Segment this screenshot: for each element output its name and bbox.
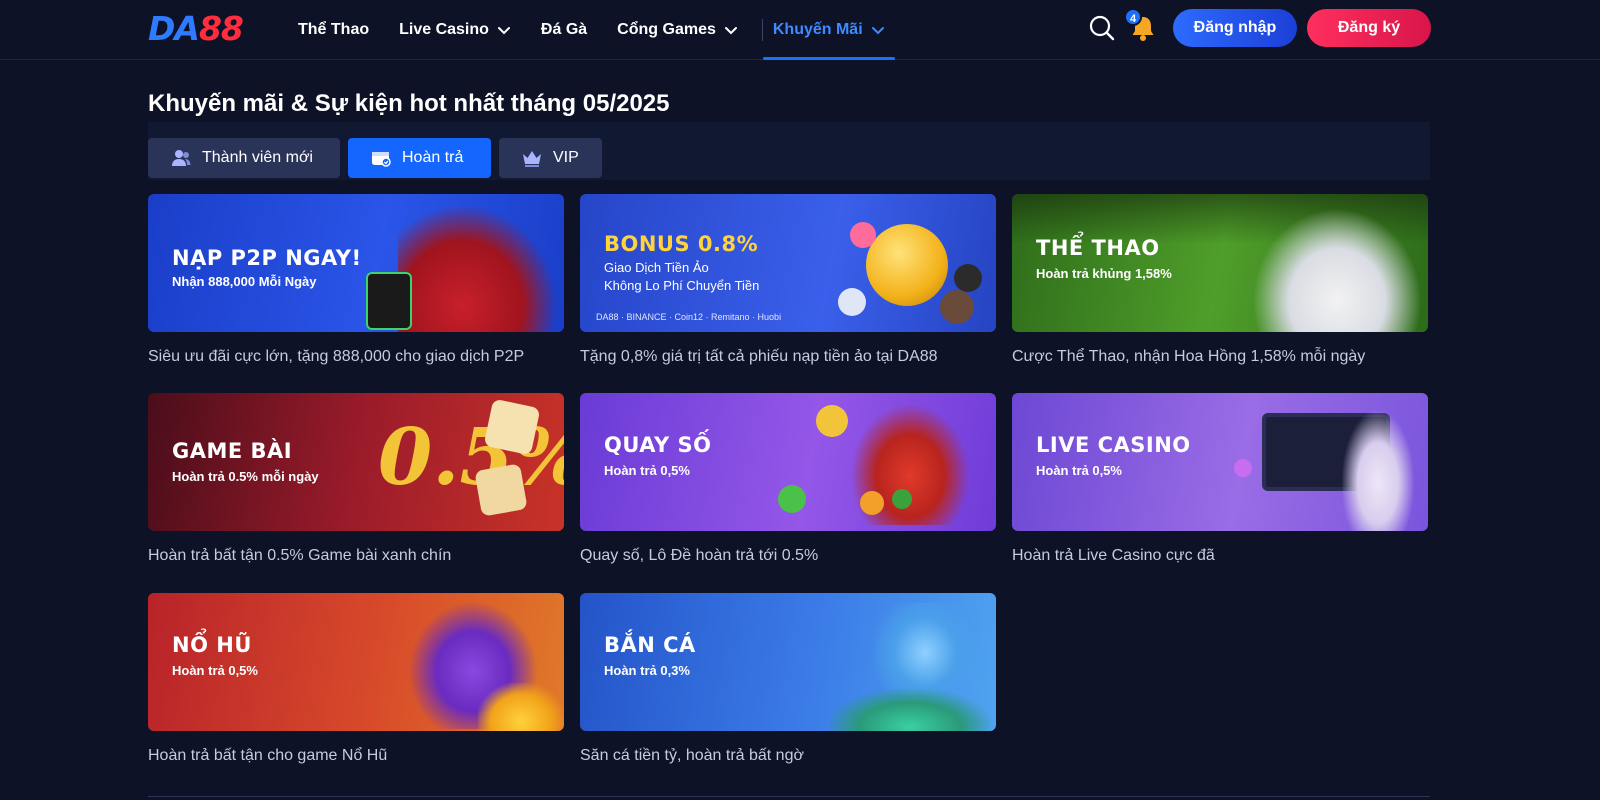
partner-logos: DA88 · BINANCE · Coin12 · Remitano · Huo… [596, 312, 782, 322]
lottery-ball-icon [778, 485, 806, 513]
promo-banner[interactable]: BẮN CÁ Hoàn trả 0,3% [580, 593, 996, 731]
crown-icon [523, 151, 541, 167]
tab-vip[interactable]: VIP [499, 138, 602, 178]
promo-banner[interactable]: BONUS 0.8% Giao Dịch Tiền Ảo Không Lo Ph… [580, 194, 996, 332]
promo-card-game-bai[interactable]: 0.5% GAME BÀI Hoàn trả 0.5% mỗi ngày Hoà… [148, 393, 564, 565]
nav-item-live-casino[interactable]: Live Casino [399, 0, 511, 60]
promo-banner[interactable]: LIVE CASINO Hoàn trả 0,5% [1012, 393, 1428, 531]
promo-card-bonus-crypto[interactable]: BONUS 0.8% Giao Dịch Tiền Ảo Không Lo Ph… [580, 194, 996, 366]
promo-card-p2p[interactable]: NẠP P2P NGAY! Nhận 888,000 Mỗi Ngày Siêu… [148, 194, 564, 366]
promo-description: Hoàn trả bất tận cho game Nổ Hũ [148, 747, 388, 764]
dealer-image [1342, 411, 1414, 531]
promo-card-no-hu[interactable]: NỔ HŨ Hoàn trả 0,5% Hoàn trả bất tận cho… [148, 593, 564, 765]
promo-description: Cược Thể Thao, nhận Hoa Hồng 1,58% mỗi n… [1012, 348, 1366, 365]
promo-banner[interactable]: NỔ HŨ Hoàn trả 0,5% [148, 593, 564, 731]
chevron-down-icon [724, 27, 737, 35]
promo-tabs: Thành viên mới Hoàn trả VIP [148, 138, 610, 178]
nav-item-the-thao[interactable]: Thể Thao [298, 0, 369, 60]
coral-image [830, 689, 990, 731]
da88-logo[interactable]: DA88 [148, 10, 244, 48]
login-button[interactable]: Đăng nhập [1173, 9, 1297, 47]
search-icon[interactable] [1088, 14, 1116, 42]
tab-thanh-vien-moi[interactable]: Thành viên mới [148, 138, 340, 178]
promo-banner[interactable]: 0.5% GAME BÀI Hoàn trả 0.5% mỗi ngày [148, 393, 564, 531]
chevron-down-icon [871, 27, 884, 35]
player-image [1252, 208, 1422, 332]
crypto-coin-icon [954, 264, 982, 292]
lottery-ball-icon [816, 405, 848, 437]
crypto-coin-icon [850, 222, 876, 248]
nav-item-cong-games[interactable]: Cổng Games [617, 0, 738, 60]
promo-banner[interactable]: QUAY SỐ Hoàn trả 0,5% [580, 393, 996, 531]
player-image [398, 204, 558, 332]
users-icon [172, 150, 191, 166]
nav-item-khuyen-mai[interactable]: Khuyến Mãi [762, 0, 895, 60]
promo-description: Hoàn trả bất tận 0.5% Game bài xanh chín [148, 547, 452, 564]
binance-coin-icon [866, 224, 948, 306]
page-title: Khuyến mãi & Sự kiện hot nhất tháng 05/2… [148, 90, 670, 117]
crypto-coin-icon [838, 288, 866, 316]
phone-image [366, 272, 412, 330]
chevron-down-icon [497, 27, 510, 35]
promo-banner[interactable]: THỂ THAO Hoàn trả khủng 1,58% [1012, 194, 1428, 332]
tab-hoan-tra[interactable]: Hoàn trả [348, 138, 491, 178]
lottery-ball-icon [892, 489, 912, 509]
promo-card-ban-ca[interactable]: BẮN CÁ Hoàn trả 0,3% Săn cá tiền tỷ, hoà… [580, 593, 996, 765]
wallet-icon [372, 152, 391, 167]
register-button[interactable]: Đăng ký [1307, 9, 1431, 47]
footer-divider [148, 796, 1430, 797]
dice-icon [474, 463, 528, 517]
promo-description: Quay số, Lô Đề hoàn trả tới 0.5% [580, 547, 819, 564]
nav-divider [761, 19, 763, 41]
notification-badge: 4 [1124, 8, 1142, 26]
promo-description: Siêu ưu đãi cực lớn, tặng 888,000 cho gi… [148, 348, 525, 365]
promo-card-quay-so[interactable]: QUAY SỐ Hoàn trả 0,5% Quay số, Lô Đề hoà… [580, 393, 996, 565]
promo-description: Hoàn trả Live Casino cực đã [1012, 547, 1215, 564]
main-nav: Thể Thao Live Casino Đá Gà Cổng Games Kh… [298, 0, 915, 60]
promo-card-live-casino[interactable]: LIVE CASINO Hoàn trả 0,5% Hoàn trả Live … [1012, 393, 1428, 565]
promo-banner[interactable]: NẠP P2P NGAY! Nhận 888,000 Mỗi Ngày [148, 194, 564, 332]
top-header: DA88 Thể Thao Live Casino Đá Gà Cổng Gam… [0, 0, 1600, 60]
crypto-coin-icon [940, 290, 974, 324]
promo-card-the-thao[interactable]: THỂ THAO Hoàn trả khủng 1,58% Cược Thể T… [1012, 194, 1428, 366]
chip-icon [1234, 459, 1252, 477]
gold-coins-image [478, 683, 564, 731]
promo-description: Săn cá tiền tỷ, hoàn trả bất ngờ [580, 747, 804, 764]
dice-icon [483, 398, 541, 456]
lottery-ball-icon [860, 491, 884, 515]
promo-description: Tặng 0,8% giá trị tất cả phiếu nạp tiền … [580, 348, 938, 365]
nav-item-da-ga[interactable]: Đá Gà [541, 0, 587, 60]
